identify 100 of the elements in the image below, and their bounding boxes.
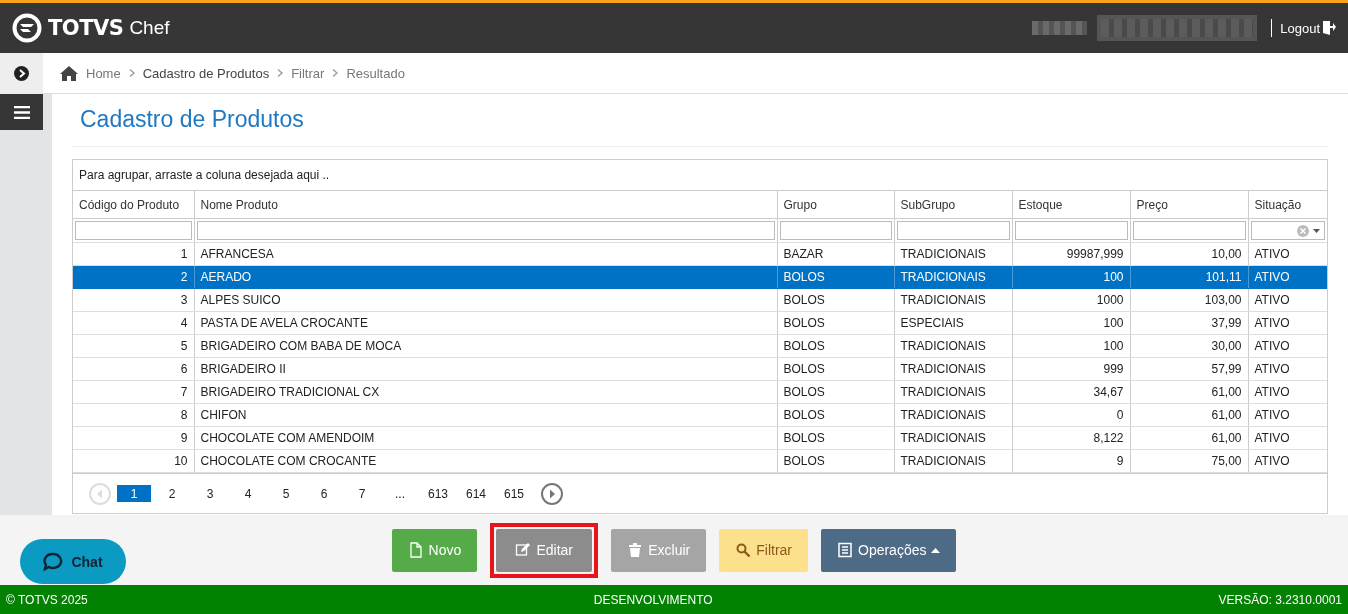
column-header[interactable]: Situação (1248, 191, 1327, 219)
page-link[interactable]: 1 (117, 485, 151, 502)
table-row[interactable]: 9 CHOCOLATE COM AMENDOIM BOLOS TRADICIONAIS 8,122 61,00 ATIVO (73, 426, 1327, 450)
page-link[interactable]: 7 (345, 485, 379, 502)
page-link[interactable]: 615 (497, 485, 531, 502)
table-cell: ATIVO (1248, 242, 1327, 266)
table-cell: BRIGADEIRO TRADICIONAL CX (194, 380, 777, 404)
page-link[interactable]: 3 (193, 485, 227, 502)
chat-button[interactable]: Chat (20, 539, 126, 584)
page-link[interactable]: 614 (459, 485, 493, 502)
chevron-icon (128, 69, 135, 77)
table-row[interactable]: 2 AERADO BOLOS TRADICIONAIS 100 101,11 ATIVO (73, 265, 1327, 289)
table-row[interactable]: 7 BRIGADEIRO TRADICIONAL CX BOLOS TRADICIONAIS 34,67 61,00 ATIVO (73, 380, 1327, 404)
column-header[interactable]: SubGrupo (894, 191, 1012, 219)
pencil-icon (515, 542, 532, 558)
chevron-icon (332, 69, 339, 77)
table-cell: 1000 (1012, 288, 1130, 312)
table-row[interactable]: 1 AFRANCESA BAZAR TRADICIONAIS 99987,999 10,00 ATIVO (73, 242, 1327, 266)
table-row[interactable]: 10 CHOCOLATE COM CROCANTE BOLOS TRADICIONAIS 9 75,00 ATIVO (73, 449, 1327, 473)
table-cell: 75,00 (1130, 449, 1248, 473)
filter-field[interactable] (75, 221, 192, 240)
table-cell: 6 (73, 357, 194, 381)
table-row[interactable]: 3 ALPES SUICO BOLOS TRADICIONAIS 1000 103,00 ATIVO (73, 288, 1327, 312)
table-row[interactable]: 6 BRIGADEIRO II BOLOS TRADICIONAIS 999 57,99 ATIVO (73, 357, 1327, 381)
logo-text: TOTVS (48, 16, 124, 40)
table-cell: BOLOS (777, 265, 894, 289)
filter-button[interactable]: Filtrar (719, 528, 808, 572)
page-link[interactable]: ... (383, 485, 417, 502)
table-cell: ATIVO (1248, 449, 1327, 473)
next-page-icon[interactable] (541, 482, 563, 505)
page-link[interactable]: 2 (155, 485, 189, 502)
menu-button[interactable] (0, 94, 43, 130)
page-link[interactable]: 6 (307, 485, 341, 502)
table-cell: BOLOS (777, 357, 894, 381)
page-link[interactable]: 5 (269, 485, 303, 502)
page-link[interactable]: 613 (421, 485, 455, 502)
copyright-text: © TOTVS 2025 (6, 592, 88, 607)
table-cell: TRADICIONAIS (894, 380, 1012, 404)
logo-icon (12, 13, 42, 43)
table-cell: 61,00 (1130, 426, 1248, 450)
menu-icon (13, 105, 30, 119)
table-cell: 61,00 (1130, 403, 1248, 427)
filter-field[interactable] (196, 221, 775, 240)
table-cell: 103,00 (1130, 288, 1248, 312)
table-cell: 10 (73, 449, 194, 473)
previous-page-icon[interactable] (89, 482, 111, 505)
table-cell: 30,00 (1130, 334, 1248, 358)
filter-field[interactable] (1132, 221, 1246, 240)
table-cell: TRADICIONAIS (894, 242, 1012, 266)
table-cell: BRIGADEIRO II (194, 357, 777, 381)
table-cell: BAZAR (777, 242, 894, 266)
column-header[interactable]: Preço (1130, 191, 1248, 219)
page-link[interactable]: 4 (231, 485, 265, 502)
column-header[interactable]: Grupo (777, 191, 894, 219)
table-cell: TRADICIONAIS (894, 288, 1012, 312)
table-cell: 61,00 (1130, 380, 1248, 404)
breadcrumb-link[interactable]: Filtrar (291, 65, 325, 81)
list-icon (837, 542, 853, 558)
table-cell: 8 (73, 403, 194, 427)
table-cell: BRIGADEIRO COM BABA DE MOCA (194, 334, 777, 358)
table-cell: ATIVO (1248, 426, 1327, 450)
table-cell: BOLOS (777, 288, 894, 312)
document-icon (407, 542, 424, 558)
filter-field[interactable] (1014, 221, 1128, 240)
operations-button[interactable]: Operações (821, 528, 957, 572)
table-cell: AERADO (194, 265, 777, 289)
table-cell: BOLOS (777, 403, 894, 427)
redacted-text (1032, 21, 1088, 35)
table-row[interactable]: 8 CHIFON BOLOS TRADICIONAIS 0 61,00 ATIVO (73, 403, 1327, 427)
column-header[interactable]: Estoque (1012, 191, 1130, 219)
home-icon[interactable] (60, 65, 78, 81)
speech-bubble-icon (43, 551, 64, 572)
table-cell: AFRANCESA (194, 242, 777, 266)
table-cell: CHOCOLATE COM AMENDOIM (194, 426, 777, 450)
table-row[interactable]: 5 BRIGADEIRO COM BABA DE MOCA BOLOS TRADICIONAIS 100 30,00 ATIVO (73, 334, 1327, 358)
table-cell: CHIFON (194, 403, 777, 427)
table-cell: 5 (73, 334, 194, 358)
table-cell: BOLOS (777, 426, 894, 450)
table-cell: TRADICIONAIS (894, 426, 1012, 450)
table-cell: ESPECIAIS (894, 311, 1012, 335)
filter-field[interactable] (896, 221, 1010, 240)
breadcrumb-link[interactable]: Resultado (346, 65, 405, 81)
logout-link[interactable]: Logout (1280, 20, 1336, 36)
breadcrumb-link[interactable]: Home (86, 65, 121, 81)
column-header[interactable]: Nome Produto (194, 191, 777, 219)
table-cell: PASTA DE AVELA CROCANTE (194, 311, 777, 335)
table-row[interactable]: 4 PASTA DE AVELA CROCANTE BOLOS ESPECIAIS 100 37,99 ATIVO (73, 311, 1327, 335)
table-cell: 9 (73, 426, 194, 450)
column-header[interactable]: Código do Produto (73, 191, 194, 219)
version-text: VERSÃO: 3.2310.0001 (1218, 592, 1342, 607)
breadcrumb-link[interactable]: Cadastro de Produtos (142, 65, 270, 81)
table-cell: BOLOS (777, 311, 894, 335)
table-cell: 37,99 (1130, 311, 1248, 335)
filter-field[interactable] (779, 221, 892, 240)
filter-field[interactable] (1250, 221, 1325, 240)
table-cell: ATIVO (1248, 403, 1327, 427)
expand-icon[interactable] (14, 66, 29, 81)
logo-subtitle: Chef (129, 17, 170, 39)
caret-icon[interactable] (1313, 228, 1320, 233)
table-cell: 57,99 (1130, 357, 1248, 381)
